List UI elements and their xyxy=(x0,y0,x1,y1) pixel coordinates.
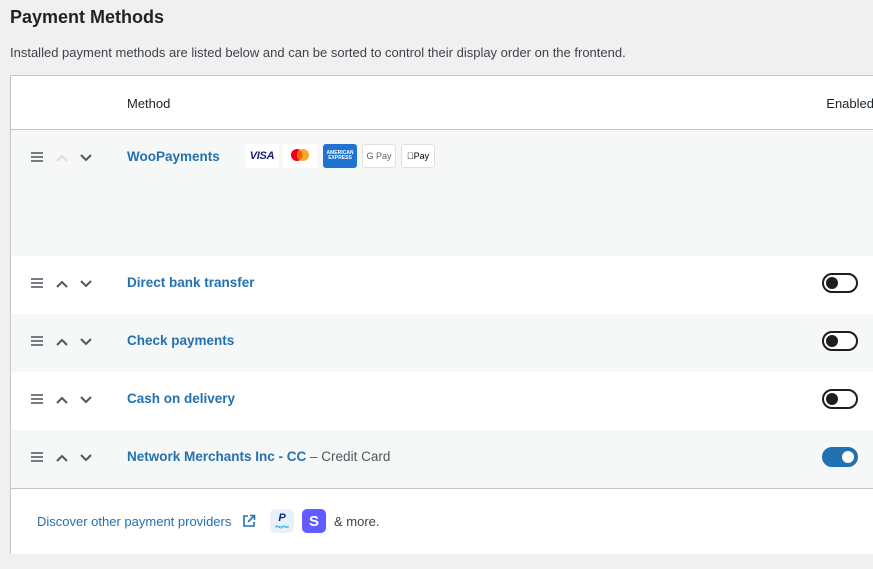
external-link-icon[interactable] xyxy=(242,514,256,528)
paypal-logo-text: PayPal xyxy=(275,524,289,529)
apple-icon:  xyxy=(407,151,414,161)
page-title: Payment Methods xyxy=(10,7,165,27)
move-up-icon[interactable] xyxy=(54,334,70,350)
payment-method-row-nmi: Network Merchants Inc - CC – Credit Card xyxy=(11,430,873,488)
move-down-icon[interactable] xyxy=(78,392,94,408)
discover-providers-link[interactable]: Discover other payment providers xyxy=(37,514,231,529)
row-sort-controls xyxy=(31,334,101,350)
move-down-icon[interactable] xyxy=(78,334,94,350)
table-header: Method Enabled xyxy=(11,76,873,130)
move-up-icon[interactable] xyxy=(54,450,70,466)
payment-method-row-cod: Cash on delivery xyxy=(11,372,873,430)
paypal-p-icon: P xyxy=(278,512,286,524)
mastercard-logo xyxy=(283,144,317,168)
toggle-knob xyxy=(826,277,838,289)
drag-handle-icon[interactable] xyxy=(31,336,43,348)
method-name-link[interactable]: Network Merchants Inc - CC xyxy=(127,449,306,464)
visa-logo: VISA xyxy=(245,144,279,168)
payment-methods-table: Method Enabled WooPayments VISA AMERICAN… xyxy=(10,75,873,554)
method-name-link[interactable]: Check payments xyxy=(127,333,234,348)
toggle-knob xyxy=(826,393,838,405)
paypal-logo: P PayPal xyxy=(270,509,294,533)
move-down-icon xyxy=(80,454,92,462)
move-down-icon[interactable] xyxy=(78,276,94,292)
apple-pay-text: Pay xyxy=(410,151,430,161)
drag-handle-icon[interactable] xyxy=(31,278,43,290)
enabled-toggle[interactable] xyxy=(822,447,858,467)
enabled-toggle[interactable] xyxy=(822,273,858,293)
move-up-icon[interactable] xyxy=(54,276,70,292)
payment-method-row-woopayments: WooPayments VISA AMERICAN EXPRESS G Pay … xyxy=(11,130,873,256)
row-sort-controls xyxy=(31,450,101,466)
method-name-link[interactable]: Direct bank transfer xyxy=(127,275,255,290)
row-sort-controls xyxy=(31,150,101,166)
toggle-knob xyxy=(842,451,854,463)
toggle-knob xyxy=(826,335,838,347)
row-sort-controls xyxy=(31,276,101,292)
row-sort-controls xyxy=(31,392,101,408)
move-up-icon[interactable] xyxy=(54,392,70,408)
google-pay-logo: G Pay xyxy=(362,144,396,168)
method-name: Network Merchants Inc - CC – Credit Card xyxy=(127,449,390,464)
method-name-link[interactable]: WooPayments xyxy=(127,149,220,164)
move-down-icon[interactable] xyxy=(78,150,94,166)
column-header-enabled: Enabled xyxy=(826,96,873,111)
enabled-toggle[interactable] xyxy=(822,389,858,409)
column-header-method: Method xyxy=(127,96,171,111)
stripe-logo: S xyxy=(302,509,326,533)
move-up-icon xyxy=(56,154,68,162)
method-subtitle: – Credit Card xyxy=(306,449,391,464)
drag-handle-icon[interactable] xyxy=(31,394,43,406)
method-name-link[interactable]: Cash on delivery xyxy=(127,391,235,406)
amex-logo: AMERICAN EXPRESS xyxy=(323,144,357,168)
table-footer: Discover other payment providers P PayPa… xyxy=(11,488,873,554)
apple-pay-logo: Pay xyxy=(401,144,435,168)
page-description: Installed payment methods are listed bel… xyxy=(10,45,626,60)
more-label: & more. xyxy=(334,514,380,529)
payment-method-row-cheque: Check payments xyxy=(11,314,873,372)
payment-method-row-bacs: Direct bank transfer xyxy=(11,256,873,314)
drag-handle-icon[interactable] xyxy=(31,152,43,164)
enabled-toggle[interactable] xyxy=(822,331,858,351)
drag-handle-icon[interactable] xyxy=(31,452,43,464)
